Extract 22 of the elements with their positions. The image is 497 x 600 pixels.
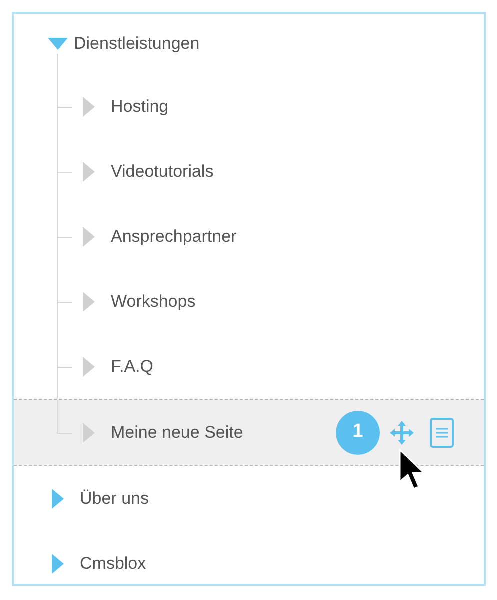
tree-item-label[interactable]: Hosting	[111, 94, 169, 120]
collapsed-arrow-icon[interactable]	[83, 292, 95, 312]
tree-item-label[interactable]: Ansprechpartner	[111, 224, 237, 250]
collapsed-arrow-icon[interactable]	[83, 356, 95, 376]
tree-item-label[interactable]: F.A.Q	[111, 354, 154, 380]
collapsed-arrow-icon[interactable]	[83, 422, 95, 442]
collapsed-arrow-icon[interactable]	[52, 488, 64, 508]
tree-item-label[interactable]: Dienstleistungen	[74, 31, 200, 57]
page-icon[interactable]	[430, 418, 454, 448]
expanded-arrow-icon[interactable]	[48, 38, 68, 50]
tree-item-label[interactable]: Workshops	[111, 288, 196, 314]
move-icon[interactable]	[390, 420, 414, 444]
tree-item-label[interactable]: Videotutorials	[111, 158, 214, 184]
collapsed-arrow-icon[interactable]	[83, 226, 95, 246]
collapsed-arrow-icon[interactable]	[83, 96, 95, 116]
selected-tree-row[interactable]: Meine neue Seite 1	[14, 399, 484, 466]
tree-item-label[interactable]: Über uns	[80, 486, 149, 512]
tree-item-label[interactable]: Meine neue Seite	[111, 420, 244, 446]
collapsed-arrow-icon[interactable]	[52, 554, 64, 574]
collapsed-arrow-icon[interactable]	[83, 162, 95, 182]
count-badge: 1	[336, 410, 380, 454]
tree-item-label[interactable]: Cmsblox	[80, 550, 146, 576]
